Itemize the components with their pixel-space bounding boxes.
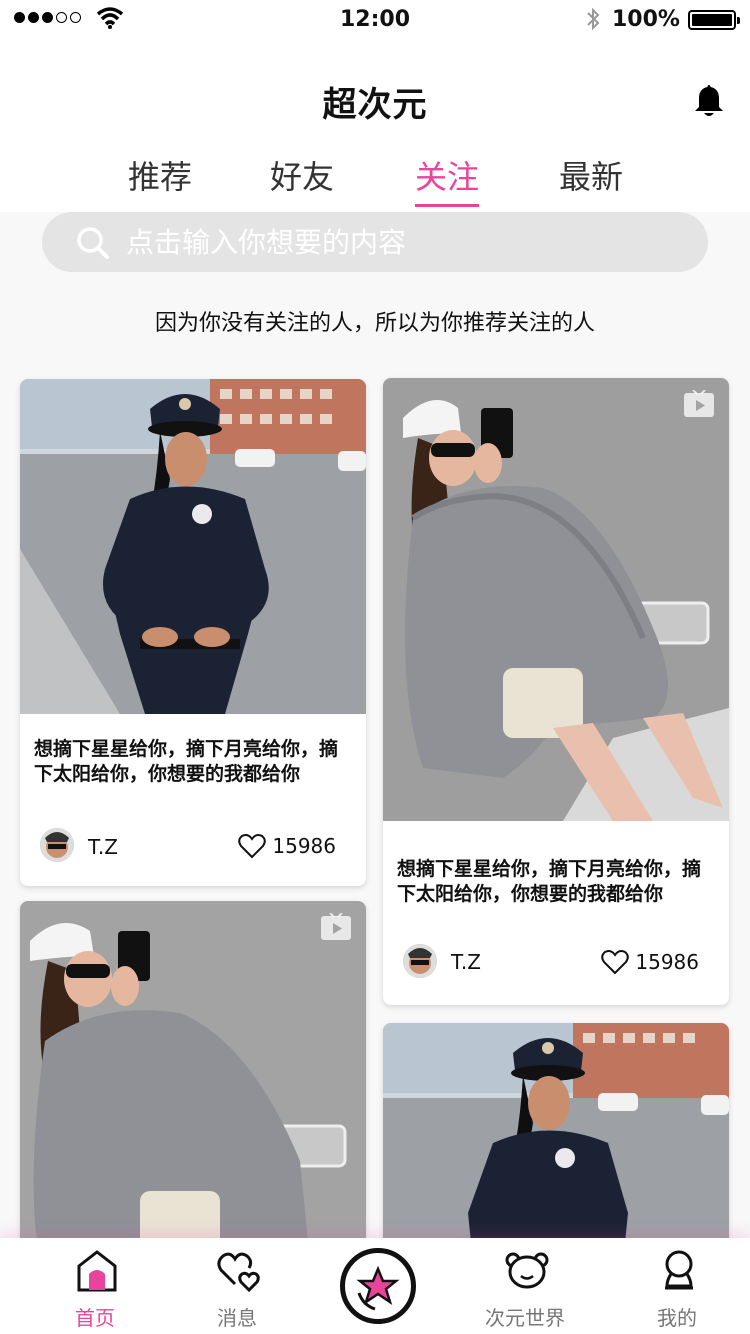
post-text: 想摘下星星给你，摘下月亮给你，摘下太阳给你，你想要的我都给你 [34,738,339,785]
post-image[interactable] [383,1023,729,1263]
bluetooth-icon [587,7,600,31]
heart-icon [238,834,267,859]
heart-message-icon [217,1252,260,1292]
bear-icon [505,1252,549,1289]
like-count: 15986 [272,834,336,858]
author-name[interactable]: T.Z [88,835,118,859]
video-play-icon [684,390,714,417]
search-bar[interactable] [42,212,708,272]
header: 超次元 推荐 好友 关注 最新 [0,40,750,212]
like-button[interactable]: 15986 [601,949,699,975]
tab-recommend[interactable]: 推荐 [128,152,192,198]
tab-messages-label: 消息 [217,1306,257,1330]
tab-world-label: 次元世界 [485,1306,565,1330]
video-play-icon [321,913,351,940]
avatar[interactable] [403,944,437,978]
tab-friends[interactable]: 好友 [270,152,334,198]
status-bar: 12:00 100% [0,0,750,40]
search-input[interactable] [126,220,686,264]
recommend-notice: 因为你没有关注的人，所以为你推荐关注的人 [154,311,595,336]
page-title: 超次元 [322,85,428,125]
avatar[interactable] [40,828,74,862]
tab-mine[interactable]: 我的 [627,1238,727,1334]
tab-latest[interactable]: 最新 [559,152,623,198]
post-image[interactable] [383,378,729,821]
tab-home[interactable]: 首页 [45,1238,145,1334]
post-card[interactable] [20,901,366,1261]
post-image[interactable] [20,901,366,1261]
post-image[interactable] [20,379,366,714]
profile-icon [665,1250,693,1290]
post-text: 想摘下星星给你，摘下月亮给你，摘下太阳给你，你想要的我都给你 [397,858,702,905]
publish-button[interactable] [340,1248,416,1324]
post-card[interactable] [383,1023,729,1263]
post-card[interactable]: 想摘下星星给你，摘下月亮给你，摘下太阳给你，你想要的我都给你 T.Z 15986 [383,378,729,1005]
heart-icon [601,950,630,975]
tab-bar: 推荐 好友 关注 最新 [0,152,750,212]
home-icon [77,1250,117,1292]
tab-world[interactable]: 次元世界 [475,1238,575,1334]
tab-home-label: 首页 [75,1306,115,1330]
tab-messages[interactable]: 消息 [187,1238,287,1334]
like-count: 15986 [635,950,699,974]
tab-following[interactable]: 关注 [415,152,480,207]
like-button[interactable]: 15986 [238,833,336,859]
notification-bell-icon[interactable] [693,83,725,119]
post-card[interactable]: 想摘下星星给你，摘下月亮给你，摘下太阳给你，你想要的我都给你 T.Z 15986 [20,379,366,886]
search-icon [77,227,109,259]
battery-icon [688,10,740,30]
author-name[interactable]: T.Z [451,950,481,974]
tab-mine-label: 我的 [657,1306,697,1330]
battery-percent: 100% [612,7,680,32]
star-icon [356,1265,400,1311]
bottom-tab-bar: 首页 消息 次元世界 我的 [0,1238,750,1334]
